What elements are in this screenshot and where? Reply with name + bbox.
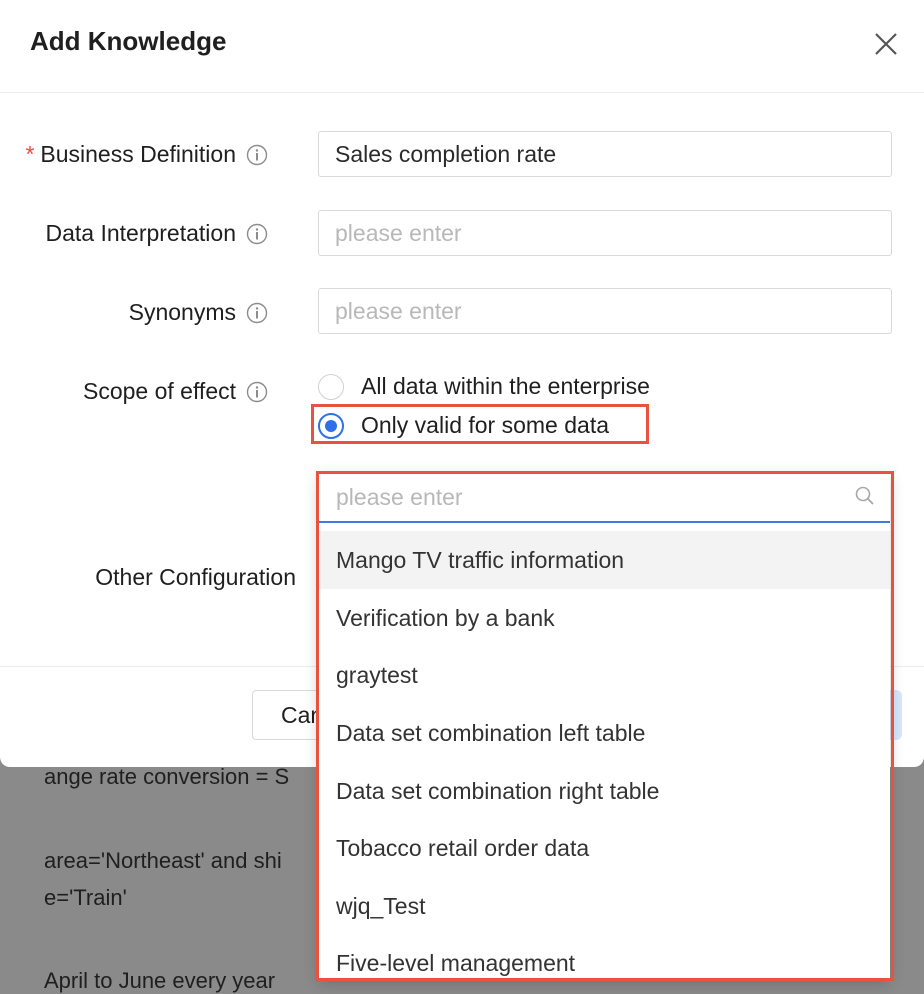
- business-definition-input[interactable]: [318, 131, 892, 177]
- dataset-dropdown: Mango TV traffic information Verificatio…: [318, 473, 890, 980]
- dropdown-item[interactable]: Mango TV traffic information: [318, 531, 890, 589]
- radio-button[interactable]: [318, 373, 344, 400]
- business-definition-label-text: Business Definition: [40, 141, 236, 167]
- radio-button-checked[interactable]: [318, 412, 344, 439]
- other-configuration-label-text: Other Configuration: [95, 564, 296, 590]
- dropdown-search-input[interactable]: [318, 473, 838, 521]
- business-definition-label: * Business Definition: [25, 141, 268, 168]
- dropdown-item[interactable]: wjq_Test: [318, 877, 890, 935]
- modal-title: Add Knowledge: [30, 26, 227, 56]
- dropdown-item[interactable]: Verification by a bank: [318, 589, 890, 647]
- background-text-line: ange rate conversion = S: [44, 764, 290, 789]
- dropdown-item[interactable]: Five-level management: [318, 934, 890, 980]
- synonyms-input[interactable]: [318, 288, 892, 334]
- radio-some-data[interactable]: Only valid for some data: [318, 412, 609, 439]
- background-text-line: area='Northeast' and shi: [44, 848, 282, 873]
- dropdown-item[interactable]: Data set combination right table: [318, 762, 890, 820]
- dropdown-item[interactable]: graytest: [318, 646, 890, 704]
- radio-all-data[interactable]: All data within the enterprise: [318, 373, 650, 400]
- modal-header: Add Knowledge: [0, 0, 924, 93]
- scope-of-effect-label-text: Scope of effect: [82, 378, 236, 404]
- close-button[interactable]: [866, 24, 906, 64]
- scope-of-effect-label: Scope of effect: [83, 378, 268, 405]
- data-interpretation-label: Data Interpretation: [45, 220, 268, 247]
- close-icon: [875, 33, 897, 55]
- synonyms-label-text: Synonyms: [128, 299, 236, 325]
- data-interpretation-input[interactable]: [318, 210, 892, 256]
- info-icon[interactable]: [246, 381, 268, 403]
- other-configuration-label: Other Configuration: [95, 564, 296, 591]
- info-icon[interactable]: [246, 302, 268, 324]
- data-interpretation-label-text: Data Interpretation: [45, 220, 236, 246]
- info-icon[interactable]: [246, 144, 268, 166]
- search-icon: [855, 486, 874, 505]
- info-icon[interactable]: [246, 223, 268, 245]
- dropdown-item[interactable]: Tobacco retail order data: [318, 819, 890, 877]
- background-text-line: April to June every year: [44, 968, 276, 993]
- radio-all-data-label: All data within the enterprise: [361, 373, 650, 399]
- background-text-line: e='Train': [44, 885, 127, 910]
- required-mark: *: [25, 141, 35, 167]
- synonyms-label: Synonyms: [129, 299, 268, 326]
- radio-some-data-label: Only valid for some data: [361, 412, 610, 438]
- dropdown-item[interactable]: Data set combination left table: [318, 704, 890, 762]
- dropdown-search: [318, 473, 890, 523]
